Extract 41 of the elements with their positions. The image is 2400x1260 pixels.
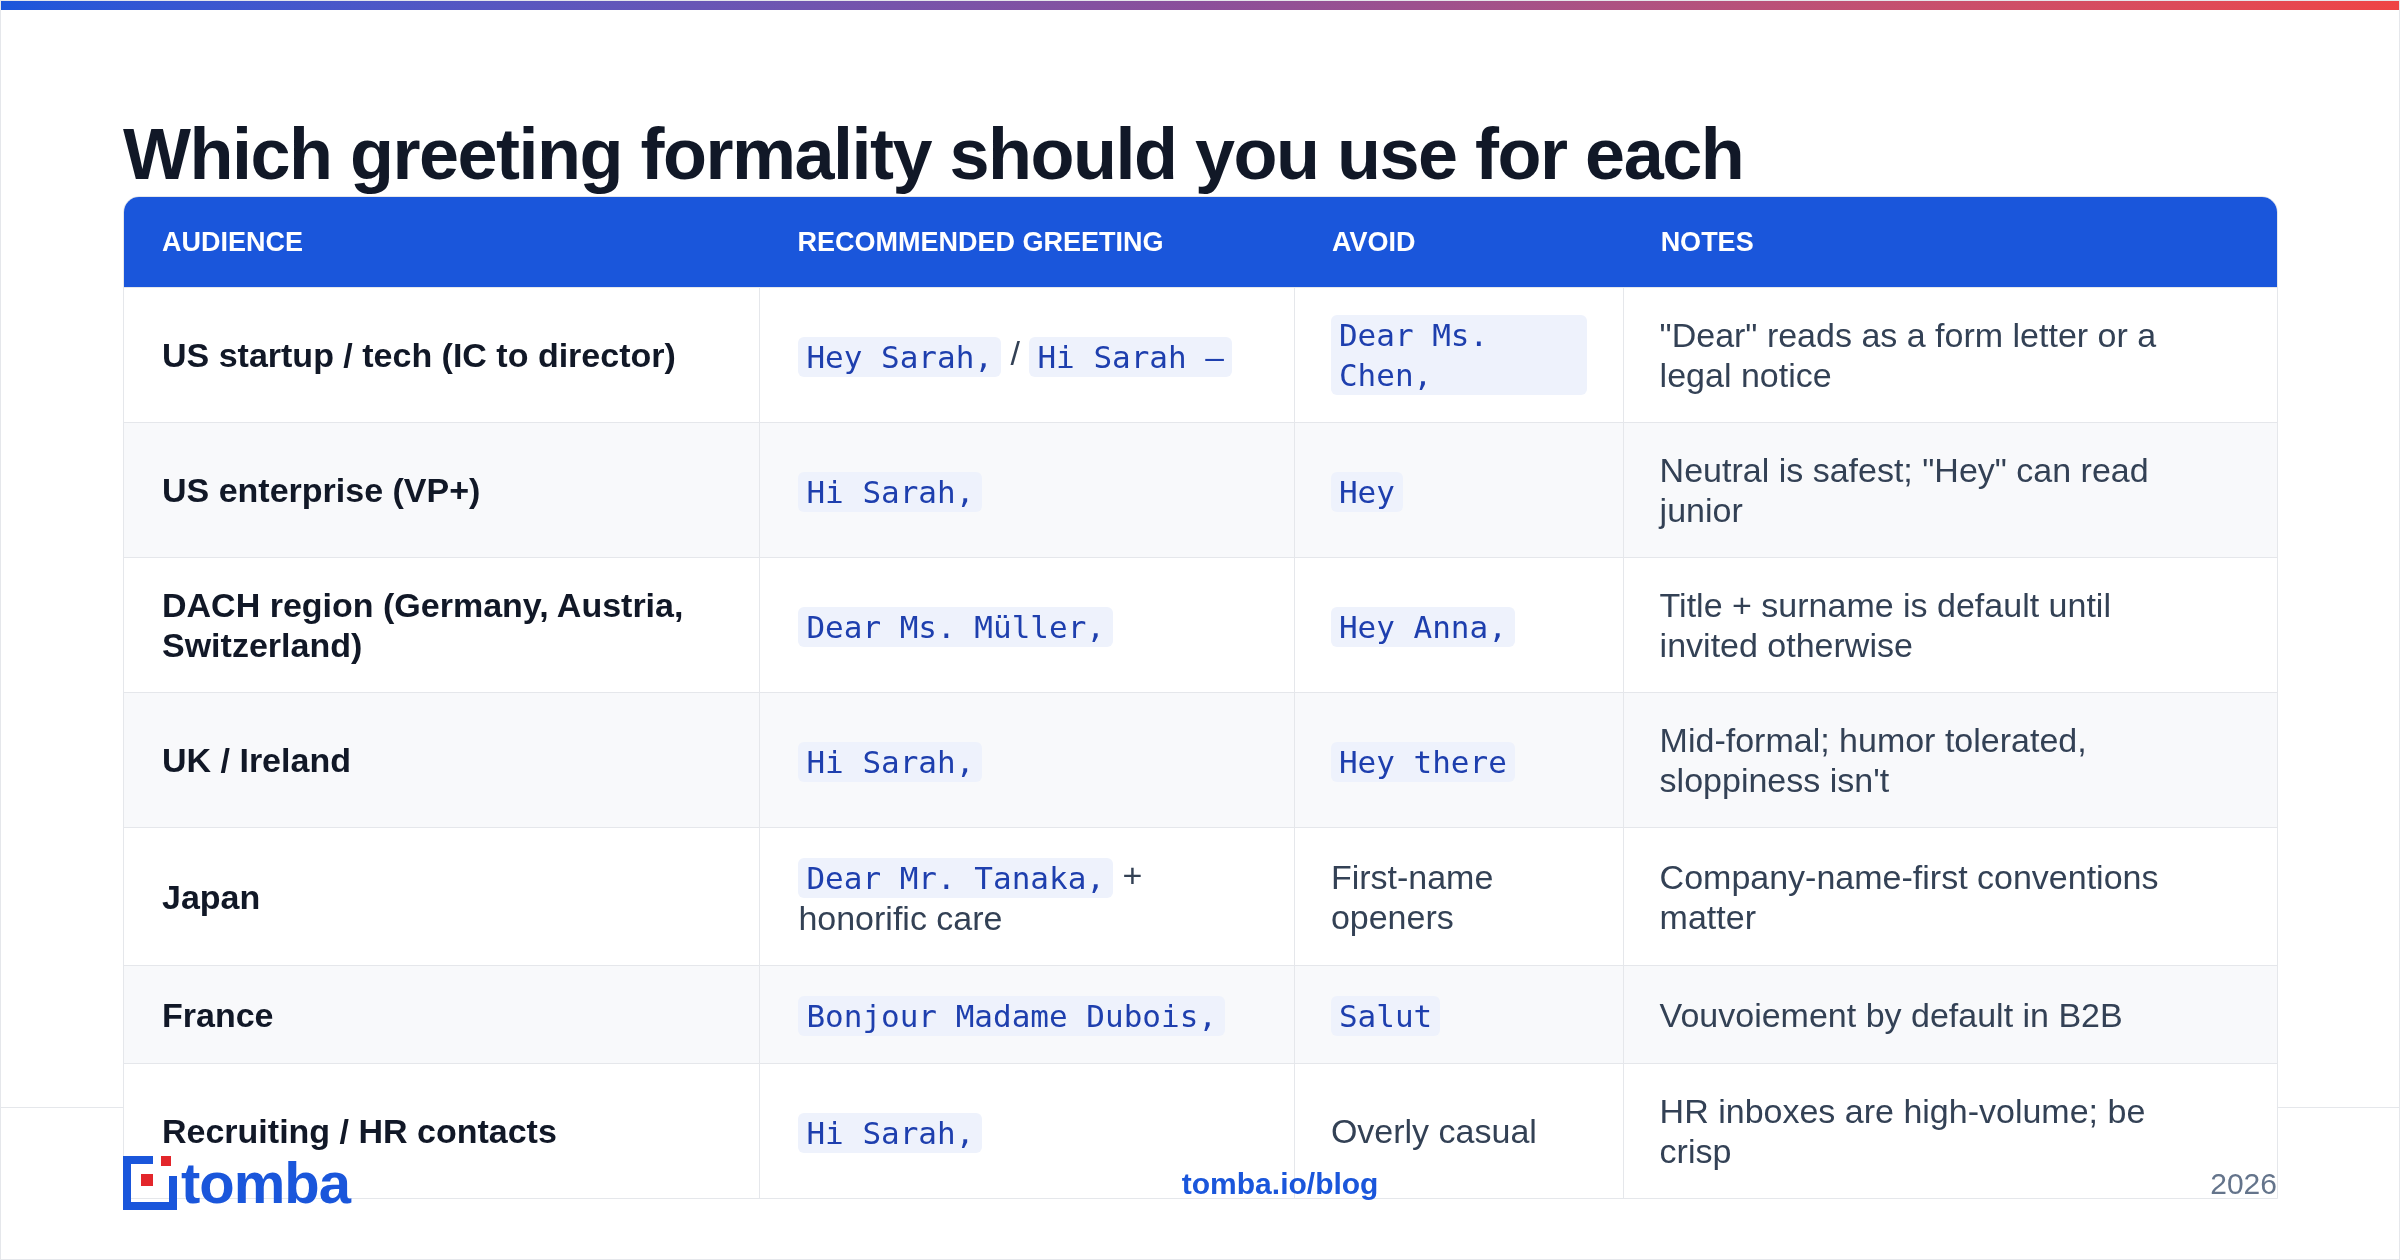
notes-text: "Dear" reads as a form letter or a legal notice <box>1659 315 2158 395</box>
code-chip: Dear Mr. Tanaka, <box>798 858 1113 898</box>
notes-text: Neutral is safest; "Hey" can read junior <box>1659 450 2150 530</box>
notes-text: HR inboxes are high-volume; be crisp <box>1659 1091 2147 1172</box>
audience-text: Recruiting / HR contacts <box>162 1111 557 1152</box>
notes-text: Vouvoiement by default in B2B <box>1659 994 2123 1035</box>
code-chip: Dear Ms. Chen, <box>1330 315 1587 395</box>
cell-text: + <box>1122 856 1143 894</box>
audience-text: Japan <box>162 876 261 917</box>
code-chip: Hey <box>1330 471 1403 512</box>
audience-text: US startup / tech (IC to director) <box>162 335 676 375</box>
code-chip: Hey Sarah, <box>798 336 1002 377</box>
logo-icon <box>123 1156 177 1210</box>
blog-link[interactable]: tomba.io/blog <box>1181 1160 1379 1206</box>
audience-text: UK / Ireland <box>162 740 351 780</box>
column-header: RECOMMENDED GREETING <box>797 226 1164 257</box>
cell-text: / <box>1010 334 1020 373</box>
code-chip: Hey there <box>1330 741 1515 782</box>
code-chip: Hi Sarah — <box>1029 336 1233 377</box>
audience-text: DACH region (Germany, Austria, Switzerland) <box>162 585 685 665</box>
logo-wordmark: tomba <box>181 1153 350 1213</box>
audience-text: US enterprise (VP+) <box>162 470 481 510</box>
code-chip: Hey Anna, <box>1330 606 1515 647</box>
year-text: 2026 <box>2210 1165 2277 1202</box>
notes-text: Mid-formal; humor tolerated, sloppiness isn't <box>1659 720 2088 800</box>
cell-text: Overly casual <box>1330 1112 1537 1151</box>
code-chip: Hi Sarah, <box>798 1112 983 1153</box>
code-chip: Hi Sarah, <box>798 741 983 782</box>
code-chip: Hi Sarah, <box>798 471 983 512</box>
audience-text: France <box>162 994 274 1035</box>
cell-text: honorific care <box>798 899 1003 937</box>
column-header: AVOID <box>1331 226 1416 257</box>
code-chip: Salut <box>1330 996 1441 1037</box>
cell-text: First-name openers <box>1330 857 1494 936</box>
column-header: NOTES <box>1660 226 1754 257</box>
notes-text: Company-name-first conventions matter <box>1659 856 2160 937</box>
column-header: AUDIENCE <box>162 226 303 257</box>
page-title: Which greeting formality should you use for each <box>123 113 1744 196</box>
notes-text: Title + surname is default until invited otherwise <box>1659 585 2112 665</box>
code-chip: Dear Ms. Müller, <box>798 606 1113 647</box>
code-chip: Bonjour Madame Dubois, <box>798 996 1225 1037</box>
